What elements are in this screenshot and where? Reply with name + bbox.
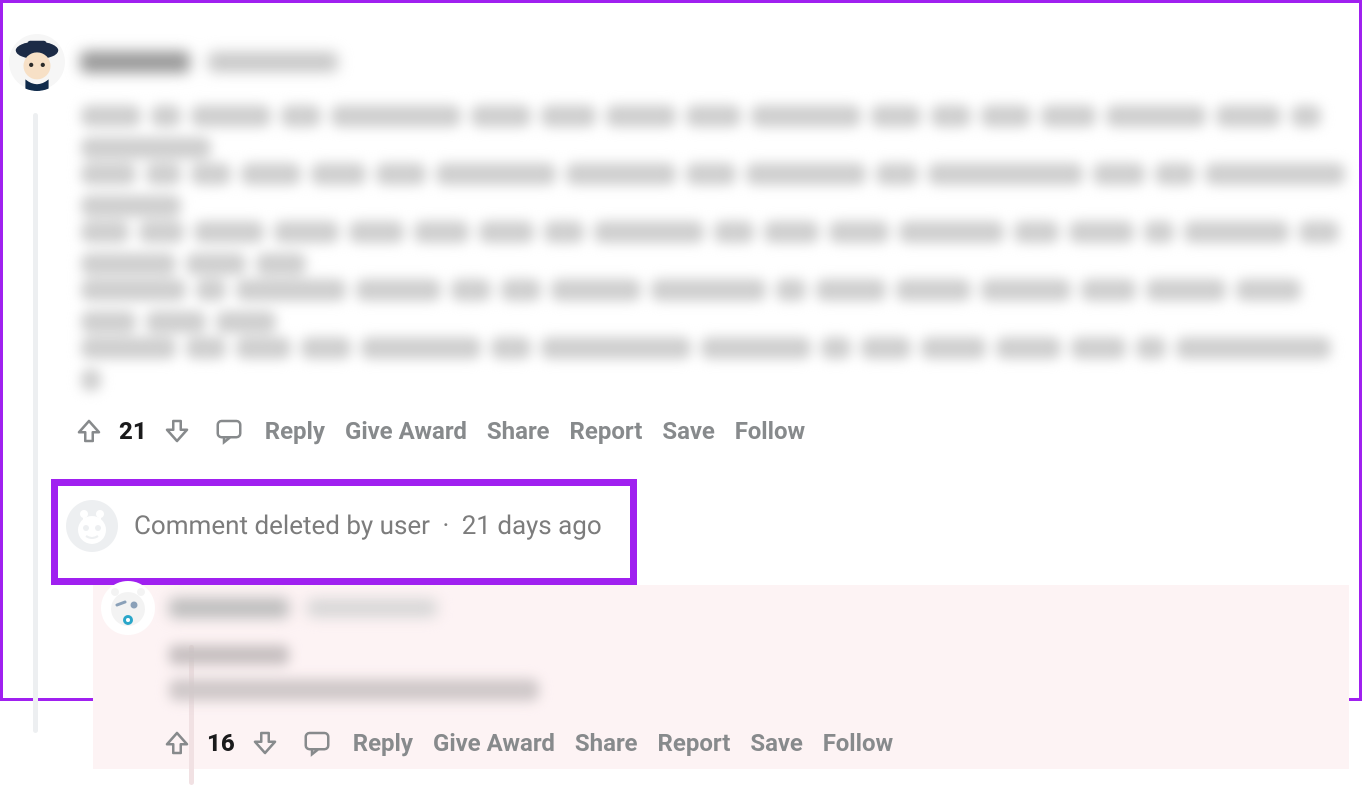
share-button[interactable]: Share	[575, 729, 638, 757]
downvote-icon[interactable]	[161, 415, 193, 447]
timestamp-blurred	[208, 52, 338, 72]
deleted-timestamp: 21 days ago	[462, 511, 602, 541]
username-blurred	[80, 51, 190, 73]
avatar[interactable]	[101, 581, 155, 635]
comment: 21 Reply Give Award Share Report Save Fo…	[13, 33, 1349, 447]
score: 16	[207, 729, 235, 757]
nested-reply: 16 Reply Give Award Share Report Save Fo…	[93, 585, 1349, 769]
comment-body-blurred	[81, 105, 1349, 391]
reply-actions: 16 Reply Give Award Share Report Save Fo…	[161, 727, 1339, 759]
highlight-box: Comment deleted by user · 21 days ago	[51, 479, 637, 585]
avatar[interactable]	[8, 33, 66, 91]
give-award-button[interactable]: Give Award	[433, 729, 555, 757]
report-button[interactable]: Report	[657, 729, 730, 757]
comment-icon[interactable]	[213, 415, 245, 447]
timestamp-blurred	[307, 599, 437, 617]
report-button[interactable]: Report	[569, 417, 642, 445]
score: 21	[119, 417, 147, 445]
separator-dot: ·	[442, 511, 449, 541]
share-button[interactable]: Share	[487, 417, 550, 445]
give-award-button[interactable]: Give Award	[345, 417, 467, 445]
reply-button[interactable]: Reply	[353, 729, 413, 757]
save-button[interactable]: Save	[750, 729, 802, 757]
deleted-label: Comment deleted by user	[134, 511, 430, 541]
reply-button[interactable]: Reply	[265, 417, 325, 445]
deleted-avatar-icon	[66, 500, 118, 552]
save-button[interactable]: Save	[662, 417, 714, 445]
follow-button[interactable]: Follow	[735, 417, 805, 445]
reply-body-blurred	[169, 645, 1339, 701]
username-blurred	[169, 598, 289, 618]
downvote-icon[interactable]	[249, 727, 281, 759]
upvote-icon[interactable]	[73, 415, 105, 447]
deleted-comment-row: Comment deleted by user · 21 days ago	[51, 479, 1349, 585]
comment-icon[interactable]	[301, 727, 333, 759]
thread-rail[interactable]	[33, 113, 38, 733]
comment-actions: 21 Reply Give Award Share Report Save Fo…	[73, 415, 1349, 447]
follow-button[interactable]: Follow	[823, 729, 893, 757]
comment-thread: 21 Reply Give Award Share Report Save Fo…	[13, 33, 1349, 769]
